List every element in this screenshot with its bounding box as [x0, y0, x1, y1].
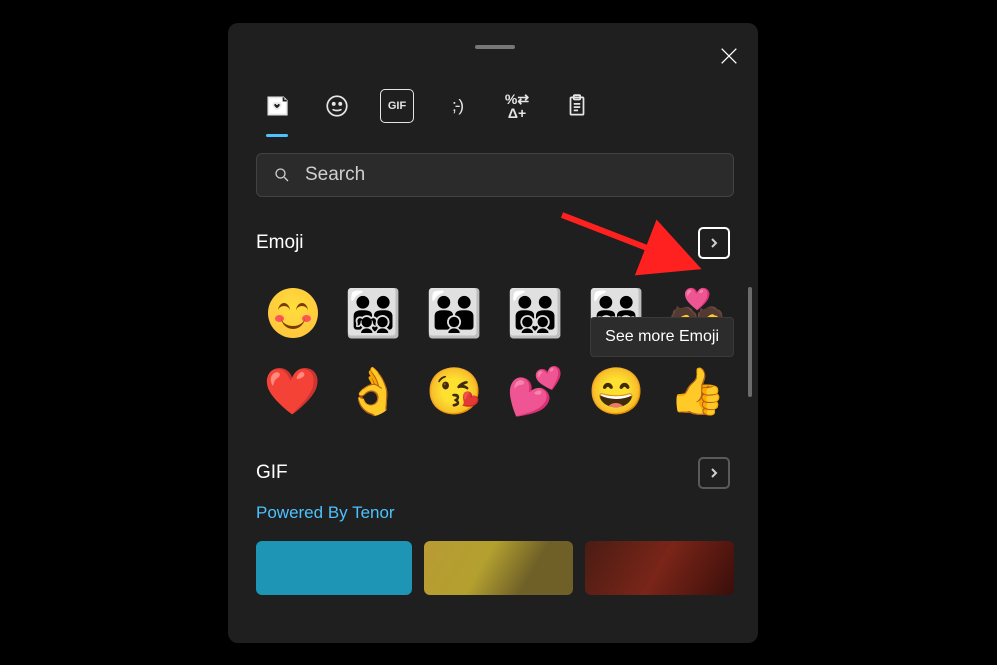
gif-row [256, 541, 734, 595]
search-icon [273, 166, 291, 184]
emoji-beaming-face[interactable]: 😄 [580, 361, 653, 421]
tab-clipboard[interactable] [560, 89, 594, 123]
smiley-icon [324, 93, 350, 119]
emoji-thumbs-up[interactable]: 👍 [661, 361, 734, 421]
search-input[interactable] [305, 164, 717, 186]
emoji-section-title: Emoji [256, 232, 304, 254]
clipboard-icon [564, 93, 590, 119]
close-icon [718, 45, 740, 67]
emoji-ok-hand[interactable]: 👌 [337, 361, 410, 421]
emoji-family-man-man-boy-boy[interactable]: 👨‍👨‍👦‍👦 [499, 283, 572, 343]
tab-kaomoji[interactable]: ;-) [440, 89, 474, 123]
powered-by-tenor-link[interactable]: Powered By Tenor [256, 503, 738, 523]
gif-section-title: GIF [256, 462, 288, 484]
emoji-red-heart[interactable]: ❤️ [256, 361, 329, 421]
tab-symbols[interactable]: %⇄ Δ+ [500, 89, 534, 123]
emoji-two-hearts[interactable]: 💕 [499, 361, 572, 421]
blush-face-icon [268, 288, 318, 338]
tab-emoji[interactable] [320, 89, 354, 123]
category-tabs: GIF ;-) %⇄ Δ+ [260, 89, 738, 123]
gif-expand-button[interactable] [698, 457, 730, 489]
emoji-family-man-man-boy[interactable]: 👨‍👨‍👦 [418, 283, 491, 343]
gif-thumbnail-3[interactable] [585, 541, 734, 595]
chevron-right-icon [708, 237, 720, 249]
search-field[interactable] [256, 153, 734, 197]
emoji-expand-button[interactable] [698, 227, 730, 259]
emoji-panel: GIF ;-) %⇄ Δ+ Emoji 👨‍👨‍👧‍👦 👨‍👨‍👦 👨‍👨 [228, 23, 758, 643]
tab-gif[interactable]: GIF [380, 89, 414, 123]
sticker-heart-icon [264, 93, 290, 119]
scrollbar-thumb[interactable] [748, 287, 752, 397]
chevron-right-icon [708, 467, 720, 479]
gif-thumbnail-2[interactable] [424, 541, 573, 595]
close-button[interactable] [718, 45, 740, 67]
emoji-family-man-man-girl-boy[interactable]: 👨‍👨‍👧‍👦 [337, 283, 410, 343]
gif-section: GIF Powered By Tenor [252, 457, 738, 595]
tab-recent[interactable] [260, 89, 294, 123]
emoji-face-blowing-kiss[interactable]: 😘 [418, 361, 491, 421]
emoji-smiling-face-blushing[interactable] [256, 283, 329, 343]
gif-thumbnail-1[interactable] [256, 541, 412, 595]
drag-handle[interactable] [475, 45, 515, 49]
see-more-emoji-tooltip: See more Emoji [590, 317, 734, 357]
